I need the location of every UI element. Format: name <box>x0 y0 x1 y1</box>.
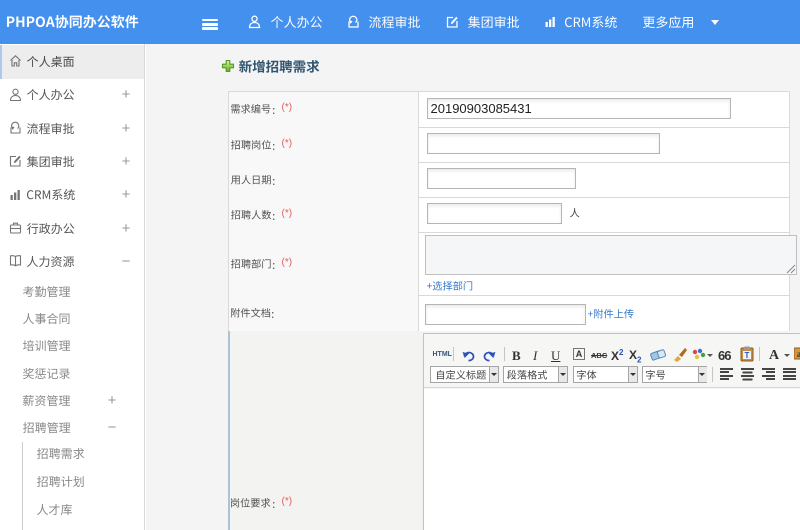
svg-text:T: T <box>745 351 750 360</box>
